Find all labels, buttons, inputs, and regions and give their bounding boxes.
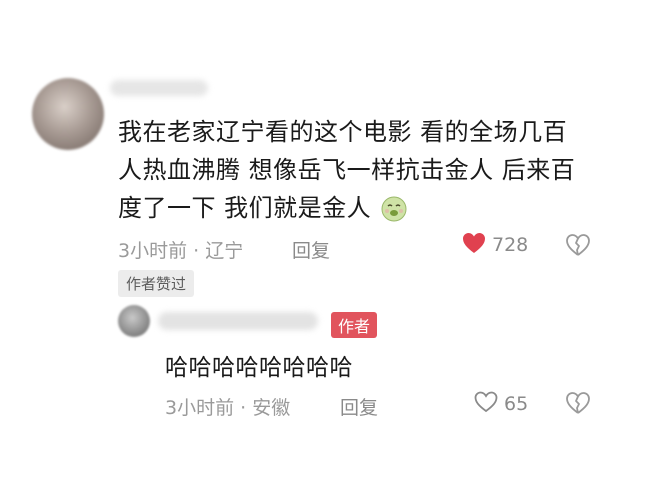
- reply-reply-button[interactable]: 回复: [340, 393, 378, 420]
- broken-heart-icon: [566, 392, 590, 418]
- heart-filled-icon: [462, 232, 486, 258]
- replier-name-redacted[interactable]: [158, 312, 318, 330]
- replier-avatar[interactable]: [118, 305, 150, 337]
- comment-dislike-button[interactable]: [566, 234, 590, 260]
- reply-text: 哈哈哈哈哈哈哈哈: [165, 355, 353, 381]
- reply-like-count: 65: [504, 393, 529, 415]
- reply-dislike-button[interactable]: [566, 392, 590, 418]
- comment-text-line-2: 人热血沸腾 想像岳飞一样抗击金人 后来百: [118, 156, 576, 184]
- heart-outline-icon: [474, 391, 498, 417]
- broken-heart-icon: [566, 234, 590, 260]
- comment-text-line-3-wrap: 度了一下 我们就是金人: [118, 189, 618, 233]
- comment-like-button[interactable]: 728: [462, 232, 528, 258]
- commenter-avatar[interactable]: [32, 78, 104, 150]
- author-tag-badge: 作者: [331, 312, 378, 338]
- reply-time-location: 3小时前 · 安徽: [165, 397, 291, 419]
- author-liked-badge: 作者赞过: [118, 270, 195, 297]
- reply-like-button[interactable]: 65: [474, 391, 528, 417]
- comment-time-location: 3小时前 · 辽宁: [118, 240, 244, 262]
- commenter-name-redacted[interactable]: [110, 80, 208, 96]
- comment-text-line-1: 我在老家辽宁看的这个电影 看的全场几百: [118, 118, 568, 146]
- comment-text-line-3: 度了一下 我们就是金人: [118, 194, 372, 222]
- nauseated-face-icon: [381, 195, 407, 233]
- comment-reply-button[interactable]: 回复: [292, 236, 330, 263]
- comment-like-count: 728: [492, 234, 529, 256]
- comment-text: 我在老家辽宁看的这个电影 看的全场几百 人热血沸腾 想像岳飞一样抗击金人 后来百…: [118, 113, 618, 233]
